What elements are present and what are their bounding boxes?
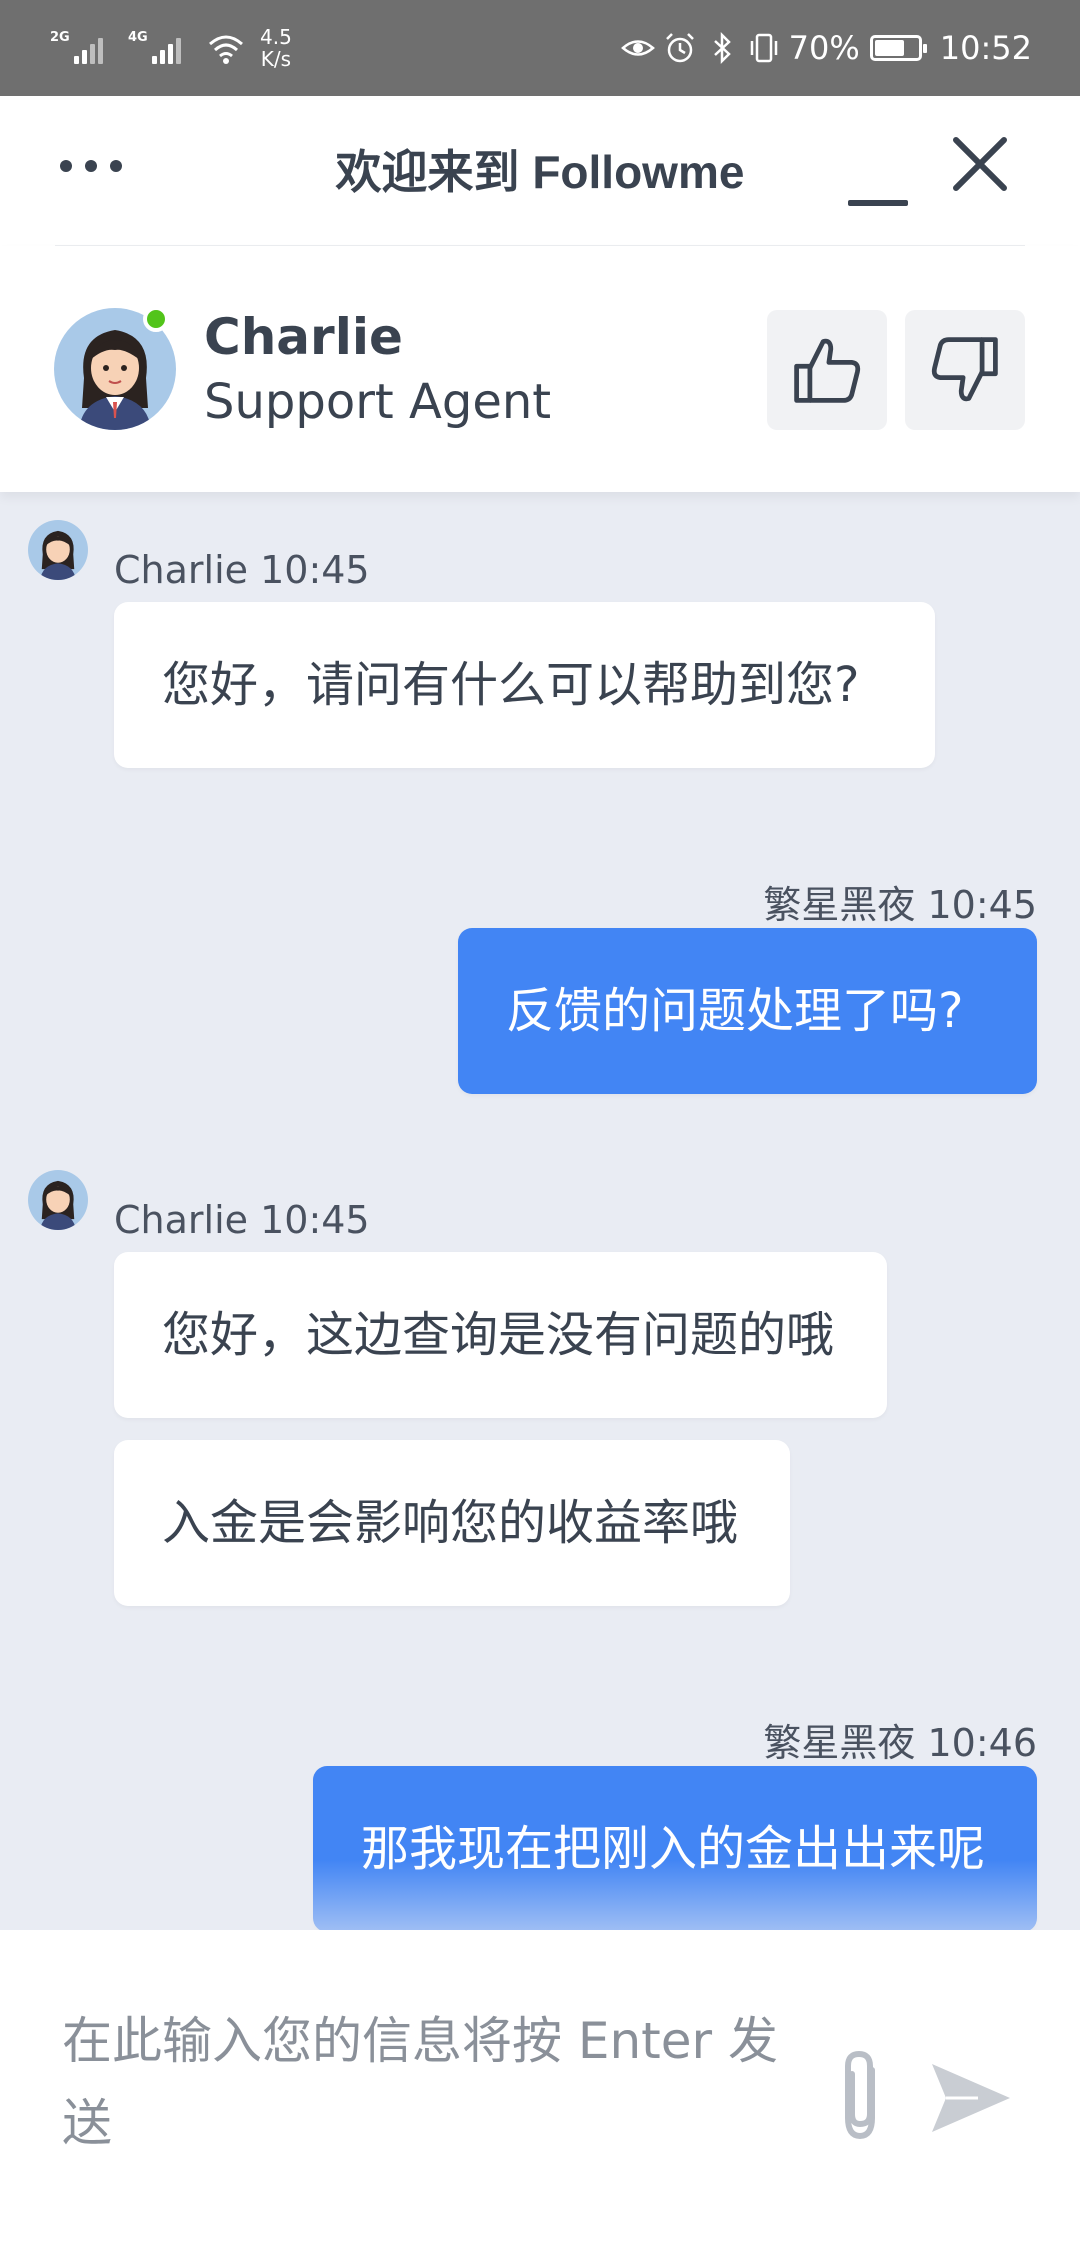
message-bubble: 入金是会影响您的收益率哦 [114,1440,790,1606]
alarm-icon [665,33,694,63]
bluetooth-icon [713,31,731,65]
message-bubble: 您好，这边查询是没有问题的哦 [114,1252,887,1418]
status-clock: 10:52 [939,29,1032,67]
send-icon[interactable] [928,2058,1014,2138]
minimize-icon[interactable] [848,166,908,206]
message-input[interactable] [62,2000,802,2170]
message-sender: Charlie 10:45 [114,1198,370,1242]
chat-window-header: 欢迎来到 Followme [0,96,1080,247]
signal-4g-icon: 4G [128,28,190,68]
agent-name: Charlie [204,308,403,366]
network-speed-unit: K/s [260,47,292,71]
thumbs-up-icon [794,338,861,403]
message-avatar [28,1170,88,1230]
thumbs-down-icon [931,337,998,402]
battery-percent: 70% [788,29,860,67]
message-avatar [28,520,88,580]
message-bubble: 反馈的问题处理了吗? [458,928,1037,1094]
vibrate-icon [750,33,777,63]
network-speed: 4.5 K/s [260,26,292,70]
agent-card: Charlie Support Agent [0,246,1080,492]
signal-4g-label: 4G [128,30,148,45]
agent-role: Support Agent [204,374,552,430]
battery-fill [874,40,905,56]
eye-icon [620,40,655,56]
paperclip-icon[interactable] [832,2046,888,2146]
message-composer [0,1930,1080,2244]
thumbs-down-button[interactable] [905,310,1025,430]
battery-icon [869,35,927,61]
status-bar: 2G 4G 4.5 K/s 70% 10:52 [0,0,1080,96]
chat-message-list[interactable]: Charlie 10:45 您好，请问有什么可以帮助到您? 繁星黑夜 10:45… [0,492,1080,1930]
network-speed-value: 4.5 [260,25,292,49]
close-icon[interactable] [950,134,1010,194]
message-bubble: 那我现在把刚入的金出出来呢 [313,1766,1037,1930]
signal-2g-icon: 2G [50,28,112,68]
message-bubble: 您好，请问有什么可以帮助到您? [114,602,935,768]
message-sender: 繁星黑夜 10:46 [763,1721,1037,1765]
message-sender: Charlie 10:45 [114,548,370,592]
thumbs-up-button[interactable] [767,310,887,430]
wifi-icon [209,35,243,64]
header-title: 欢迎来到 Followme [335,146,745,198]
signal-2g-label: 2G [50,30,70,45]
online-status-dot [143,306,169,332]
message-sender: 繁星黑夜 10:45 [763,883,1037,927]
